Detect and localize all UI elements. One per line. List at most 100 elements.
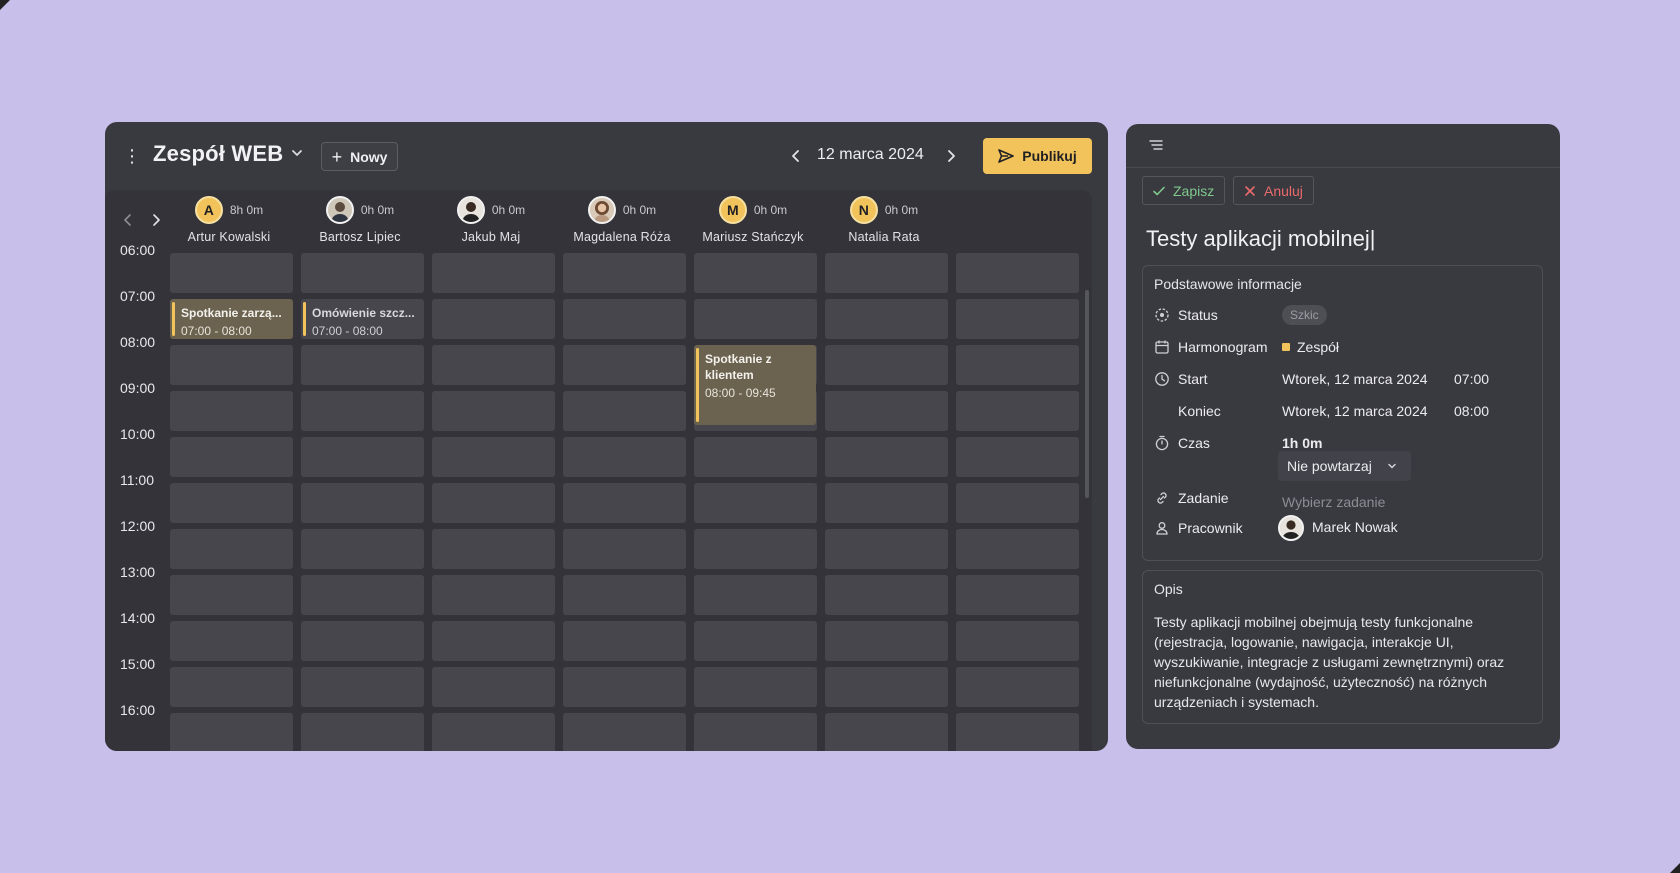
schedule-slot[interactable] <box>170 621 293 661</box>
schedule-slot[interactable] <box>170 391 293 431</box>
schedule-slot[interactable] <box>563 253 686 293</box>
schedule-slot[interactable] <box>825 253 948 293</box>
schedule-slot[interactable] <box>563 345 686 385</box>
schedule-slot[interactable] <box>563 483 686 523</box>
schedule-value[interactable]: Zespół <box>1282 339 1339 355</box>
new-button[interactable]: + Nowy <box>321 142 398 171</box>
schedule-slot[interactable] <box>432 483 555 523</box>
schedule-slot[interactable] <box>301 345 424 385</box>
schedule-slot[interactable] <box>825 621 948 661</box>
schedule-slot[interactable] <box>432 575 555 615</box>
schedule-slot[interactable] <box>956 667 1079 707</box>
schedule-slot[interactable] <box>432 253 555 293</box>
schedule-slot[interactable] <box>170 483 293 523</box>
schedule-slot[interactable] <box>956 575 1079 615</box>
task-input[interactable]: Wybierz zadanie <box>1282 494 1385 510</box>
schedule-slot[interactable] <box>301 575 424 615</box>
chevron-left-icon[interactable] <box>787 147 805 165</box>
schedule-slot[interactable] <box>956 621 1079 661</box>
schedule-event[interactable]: Spotkanie zarzą... 07:00 - 08:00 <box>170 299 293 339</box>
schedule-slot[interactable] <box>956 713 1079 751</box>
schedule-slot[interactable] <box>170 529 293 569</box>
schedule-slot[interactable] <box>432 299 555 339</box>
employee-header[interactable]: 0h 0m Bartosz Lipiec <box>298 194 422 250</box>
cancel-button[interactable]: Anuluj <box>1233 176 1314 205</box>
schedule-slot[interactable] <box>694 621 817 661</box>
schedule-slot[interactable] <box>956 391 1079 431</box>
schedule-slot[interactable] <box>563 437 686 477</box>
repeat-select[interactable]: Nie powtarzaj <box>1278 451 1411 481</box>
chevron-left-icon[interactable] <box>120 212 136 228</box>
schedule-slot[interactable] <box>825 391 948 431</box>
employee-header[interactable]: 0h 0m Magdalena Róża <box>560 194 684 250</box>
schedule-slot[interactable] <box>170 437 293 477</box>
schedule-slot[interactable] <box>563 621 686 661</box>
schedule-slot[interactable] <box>825 345 948 385</box>
schedule-slot[interactable] <box>432 621 555 661</box>
start-time[interactable]: 07:00 <box>1454 371 1489 387</box>
schedule-event[interactable]: Omówienie szcz... 07:00 - 08:00 <box>301 299 424 339</box>
schedule-slot[interactable] <box>170 667 293 707</box>
schedule-slot[interactable] <box>694 437 817 477</box>
schedule-slot[interactable] <box>170 253 293 293</box>
schedule-slot[interactable] <box>301 483 424 523</box>
employee-header[interactable]: A 8h 0m Artur Kowalski <box>167 194 291 250</box>
employee-value[interactable]: Marek Nowak <box>1312 519 1398 535</box>
event-title-input[interactable]: Testy aplikacji mobilnej| <box>1146 226 1375 252</box>
schedule-slot[interactable] <box>956 483 1079 523</box>
schedule-slot[interactable] <box>432 345 555 385</box>
schedule-slot[interactable] <box>432 391 555 431</box>
schedule-slot[interactable] <box>694 529 817 569</box>
schedule-slot[interactable] <box>301 529 424 569</box>
schedule-slot[interactable] <box>563 529 686 569</box>
schedule-event[interactable]: Spotkanie z klientem 08:00 - 09:45 <box>694 345 816 425</box>
employee-header[interactable]: N 0h 0m Natalia Rata <box>822 194 946 250</box>
schedule-slot[interactable] <box>956 299 1079 339</box>
chevron-right-icon[interactable] <box>942 147 960 165</box>
schedule-slot[interactable] <box>825 299 948 339</box>
schedule-slot[interactable] <box>694 575 817 615</box>
chevron-right-icon[interactable] <box>148 212 164 228</box>
status-badge[interactable]: Szkic <box>1282 305 1327 325</box>
schedule-slot[interactable] <box>825 667 948 707</box>
start-date[interactable]: Wtorek, 12 marca 2024 <box>1282 371 1428 387</box>
schedule-slot[interactable] <box>170 575 293 615</box>
schedule-slot[interactable] <box>563 713 686 751</box>
schedule-slot[interactable] <box>301 253 424 293</box>
publish-button[interactable]: Publikuj <box>983 138 1092 174</box>
schedule-slot[interactable] <box>432 667 555 707</box>
schedule-slot[interactable] <box>956 529 1079 569</box>
schedule-slot[interactable] <box>432 437 555 477</box>
employee-header[interactable]: M 0h 0m Mariusz Stańczyk <box>691 194 815 250</box>
description-text[interactable]: Testy aplikacji mobilnej obejmują testy … <box>1154 612 1532 712</box>
schedule-slot[interactable] <box>825 437 948 477</box>
employee-header[interactable]: 0h 0m Jakub Maj <box>429 194 553 250</box>
end-date[interactable]: Wtorek, 12 marca 2024 <box>1282 403 1428 419</box>
schedule-slot[interactable] <box>694 253 817 293</box>
schedule-slot[interactable] <box>694 667 817 707</box>
schedule-slot[interactable] <box>825 483 948 523</box>
more-options-icon[interactable]: ⋮ <box>123 147 141 165</box>
schedule-slot[interactable] <box>170 345 293 385</box>
schedule-slot[interactable] <box>301 437 424 477</box>
schedule-slot[interactable] <box>563 667 686 707</box>
schedule-slot[interactable] <box>301 621 424 661</box>
menu-icon[interactable] <box>1148 138 1164 152</box>
schedule-slot[interactable] <box>432 529 555 569</box>
schedule-slot[interactable] <box>563 575 686 615</box>
schedule-slot[interactable] <box>563 391 686 431</box>
vertical-scrollbar[interactable] <box>1085 290 1089 498</box>
schedule-slot[interactable] <box>301 713 424 751</box>
schedule-slot[interactable] <box>432 713 555 751</box>
schedule-slot[interactable] <box>563 299 686 339</box>
schedule-slot[interactable] <box>956 437 1079 477</box>
schedule-slot[interactable] <box>694 299 817 339</box>
schedule-slot[interactable] <box>694 483 817 523</box>
schedule-slot[interactable] <box>301 667 424 707</box>
schedule-slot[interactable] <box>825 529 948 569</box>
schedule-slot[interactable] <box>956 253 1079 293</box>
schedule-slot[interactable] <box>825 713 948 751</box>
schedule-slot[interactable] <box>301 391 424 431</box>
chevron-down-icon[interactable] <box>288 144 306 162</box>
schedule-slot[interactable] <box>956 345 1079 385</box>
